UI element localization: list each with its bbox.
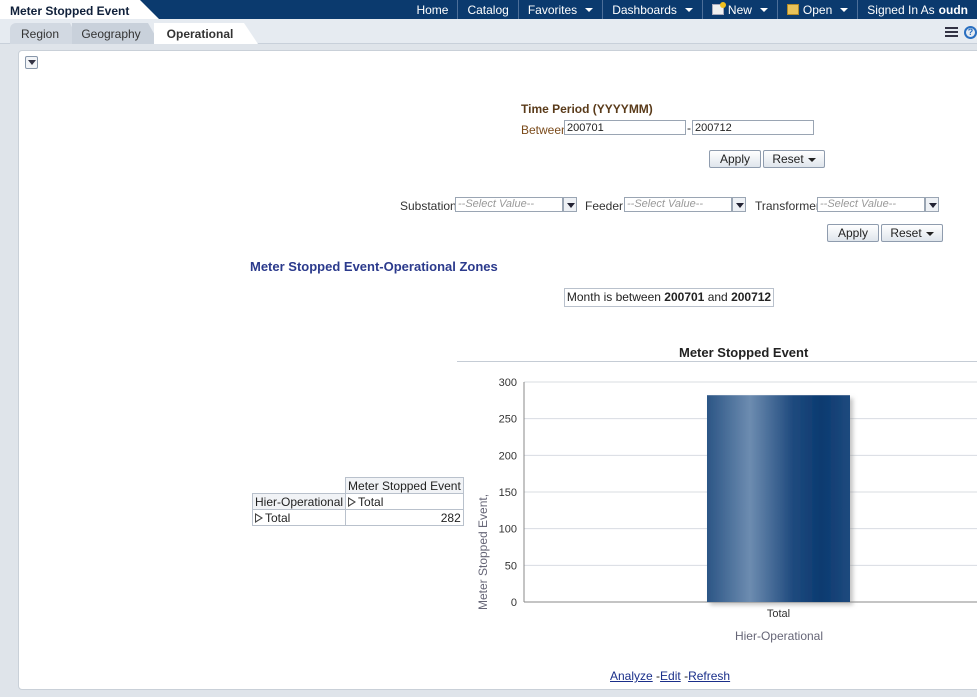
- bar-total[interactable]: [707, 395, 850, 602]
- chevron-down-icon: [585, 7, 594, 12]
- substation-dropdown-arrow-icon[interactable]: [563, 197, 577, 212]
- filter-from-value: 200701: [664, 290, 705, 304]
- tab-region[interactable]: Region: [10, 23, 80, 44]
- filter-prefix: Month is between: [566, 290, 661, 304]
- nav-home-label: Home: [416, 2, 449, 17]
- report-links: Analyze -Edit -Refresh: [610, 669, 730, 683]
- nav-new[interactable]: New: [701, 0, 777, 19]
- table-row: Meter Stopped Event: [253, 477, 464, 494]
- nav-dashboards-label: Dashboards: [612, 2, 677, 17]
- tab-operational[interactable]: Operational: [154, 23, 258, 44]
- y-tick-label: 100: [499, 524, 517, 536]
- filter-description: Month is between 200701 and 200712: [564, 288, 774, 307]
- nav-catalog[interactable]: Catalog: [457, 0, 517, 19]
- collapse-section-button[interactable]: [25, 56, 38, 69]
- page-tabs: Region Geography Operational ?: [0, 19, 977, 44]
- nav-home[interactable]: Home: [407, 0, 457, 19]
- signed-in-label: Signed In As: [867, 2, 935, 17]
- y-tick-label: 300: [499, 377, 517, 389]
- column-member-cell[interactable]: Total: [345, 493, 464, 510]
- nav-favorites-label: Favorites: [527, 2, 578, 17]
- report-title: Meter Stopped Event-Operational Zones: [250, 259, 498, 274]
- apply-label: Apply: [719, 152, 751, 166]
- user-name[interactable]: oudn: [939, 1, 968, 19]
- y-tick-label: 50: [505, 560, 517, 572]
- chevron-down-icon: [925, 231, 934, 236]
- feeder-dropdown-arrow-icon[interactable]: [732, 197, 746, 212]
- nav-open[interactable]: Open: [776, 0, 857, 19]
- chart-divider: [457, 361, 977, 362]
- measure-header: Meter Stopped Event: [345, 477, 464, 494]
- analyze-link[interactable]: Analyze: [610, 669, 653, 683]
- y-axis-label: Meter Stopped Event,: [476, 494, 490, 610]
- dashboard-title: Meter Stopped Event: [0, 0, 160, 20]
- nav-open-label: Open: [802, 2, 833, 17]
- help-icon[interactable]: ?: [964, 26, 977, 39]
- time-apply-button[interactable]: Apply: [709, 150, 761, 168]
- prompts-reset-button[interactable]: Reset: [881, 224, 943, 242]
- time-period-title: Time Period (YYYYMM): [521, 102, 653, 116]
- row-member-cell[interactable]: Total: [251, 509, 347, 526]
- y-tick-label: 200: [499, 450, 517, 462]
- open-folder-icon: [786, 4, 799, 15]
- transformer-dropdown-arrow-icon[interactable]: [925, 197, 939, 212]
- signed-in-as: Signed In As oudn: [857, 0, 977, 19]
- filter-and: and: [707, 290, 728, 304]
- chevron-down-icon: [759, 7, 768, 12]
- y-tick-label: 250: [499, 414, 517, 426]
- tab-geography[interactable]: Geography: [72, 23, 160, 44]
- edit-link[interactable]: Edit: [660, 669, 681, 683]
- pivot-table: Meter Stopped Event Hier-Operational Tot…: [251, 477, 464, 526]
- reset-label: Reset: [890, 226, 922, 240]
- substation-label: Substation: [400, 199, 457, 213]
- row-dimension-header: Hier-Operational: [251, 493, 347, 510]
- period-separator: -: [687, 121, 691, 135]
- period-to-input[interactable]: [692, 120, 814, 135]
- value-cell: 282: [345, 509, 464, 526]
- substation-select[interactable]: --Select Value--: [455, 197, 563, 212]
- filter-to-value: 200712: [731, 290, 772, 304]
- nav-dashboards[interactable]: Dashboards: [602, 0, 702, 19]
- feeder-label: Feeder: [585, 199, 624, 213]
- page-tools: ?: [945, 26, 977, 39]
- y-tick-label: 150: [499, 487, 517, 499]
- column-member-label: Total: [358, 494, 384, 509]
- transformer-select[interactable]: --Select Value--: [817, 197, 925, 212]
- reset-label: Reset: [772, 152, 804, 166]
- new-icon: [711, 2, 726, 15]
- between-label: Between: [521, 123, 568, 137]
- refresh-link[interactable]: Refresh: [688, 669, 730, 683]
- table-row: Total 282: [251, 509, 464, 526]
- chevron-down-icon: [840, 7, 849, 12]
- pivot-corner: [253, 478, 346, 494]
- dashboard-section: Time Period (YYYYMM) Between - Apply Res…: [18, 50, 977, 690]
- bar-chart: 0 50 100 150 200 250 300 Total Hier-Operational M…: [476, 377, 977, 643]
- x-axis-label: Hier-Operational: [735, 629, 823, 643]
- nav-catalog-label: Catalog: [467, 2, 509, 17]
- feeder-select[interactable]: --Select Value--: [624, 197, 732, 212]
- time-reset-button[interactable]: Reset: [763, 150, 825, 168]
- apply-label: Apply: [837, 226, 869, 240]
- x-tick-label: Total: [767, 608, 790, 620]
- expand-icon[interactable]: [255, 512, 263, 523]
- expand-icon[interactable]: [348, 496, 357, 507]
- table-row: Hier-Operational Total: [251, 493, 464, 510]
- nav-new-label: New: [727, 2, 752, 17]
- row-member-label: Total: [265, 510, 291, 525]
- chevron-down-icon: [684, 7, 693, 12]
- nav-favorites[interactable]: Favorites: [517, 0, 602, 19]
- chart-title: Meter Stopped Event: [679, 345, 809, 360]
- global-nav: Home Catalog Favorites Dashboards New Op…: [407, 0, 977, 19]
- page-options-icon[interactable]: [945, 27, 958, 38]
- prompts-apply-button[interactable]: Apply: [827, 224, 879, 242]
- chevron-down-icon: [807, 157, 816, 162]
- period-from-input[interactable]: [564, 120, 686, 135]
- y-tick-label: 0: [511, 597, 517, 609]
- transformer-label: Transformer: [755, 199, 820, 213]
